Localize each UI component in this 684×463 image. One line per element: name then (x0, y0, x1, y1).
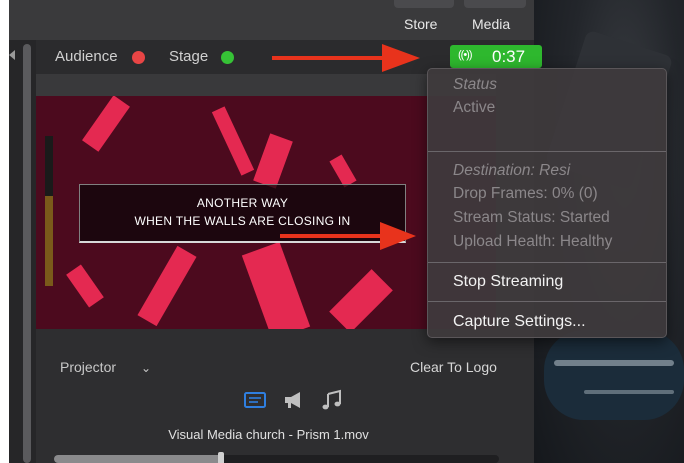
music-note-icon[interactable] (320, 389, 344, 411)
stream-timer: 0:37 (492, 47, 526, 66)
top-toolbar: Store Media (9, 0, 534, 41)
capture-settings-item[interactable]: Capture Settings... (453, 313, 586, 331)
background-shard (329, 154, 357, 188)
store-label[interactable]: Store (404, 16, 437, 32)
media-scrub-handle[interactable] (218, 452, 224, 463)
chevron-down-icon[interactable]: ⌄ (141, 361, 151, 375)
annotation-arrow (272, 44, 420, 72)
menu-separator (428, 151, 666, 152)
status-value: Active (453, 99, 496, 116)
annotation-arrow (280, 222, 416, 250)
stream-live-badge[interactable]: ((•)) 0:37 (450, 45, 542, 68)
media-progress-fill (54, 455, 222, 463)
wallpaper-surf (584, 390, 674, 394)
clear-to-logo-button[interactable]: Clear To Logo (410, 359, 497, 375)
stream-status-text: Stream Status: Started (453, 209, 610, 226)
stream-status-menu: Status Active Destination: Resi Drop Fra… (427, 68, 667, 338)
projector-dropdown[interactable]: Projector (60, 359, 116, 375)
audio-level-fill (45, 196, 53, 286)
store-button-top[interactable] (394, 0, 454, 8)
destination-text: Destination: Resi (453, 162, 571, 179)
vertical-scrollbar[interactable] (23, 44, 31, 463)
collapse-arrow-icon[interactable] (9, 50, 15, 60)
stop-streaming-item[interactable]: Stop Streaming (453, 273, 563, 291)
media-label[interactable]: Media (472, 16, 510, 32)
background-shard (253, 133, 293, 189)
status-heading: Status (453, 76, 497, 93)
broadcast-icon: ((•)) (458, 49, 472, 61)
background-shard (241, 241, 311, 329)
audience-label[interactable]: Audience (55, 48, 118, 65)
wallpaper-surf (554, 360, 674, 366)
media-title: Visual Media church - Prism 1.mov (168, 427, 369, 442)
background-shard (82, 96, 130, 152)
background-shard (66, 264, 104, 308)
control-panel: Projector ⌄ Clear To Logo Visual Media c… (36, 329, 534, 463)
menu-separator (428, 262, 666, 263)
media-button-top[interactable] (464, 0, 526, 8)
megaphone-icon[interactable] (282, 389, 306, 411)
media-progress-bar[interactable] (54, 452, 499, 463)
audience-status-dot (132, 51, 145, 64)
upload-health-text: Upload Health: Healthy (453, 233, 613, 250)
audio-level-meter (45, 136, 53, 286)
wallpaper-sea (544, 330, 684, 420)
background-shard (329, 269, 393, 329)
stage-label[interactable]: Stage (169, 48, 208, 65)
menu-separator (428, 301, 666, 302)
background-shard (137, 245, 197, 327)
lyric-line-1: ANOTHER WAY (196, 196, 289, 210)
slides-icon[interactable] (243, 389, 267, 411)
stage-status-dot (221, 51, 234, 64)
drop-frames-text: Drop Frames: 0% (0) (453, 185, 598, 202)
background-shard (211, 106, 255, 176)
